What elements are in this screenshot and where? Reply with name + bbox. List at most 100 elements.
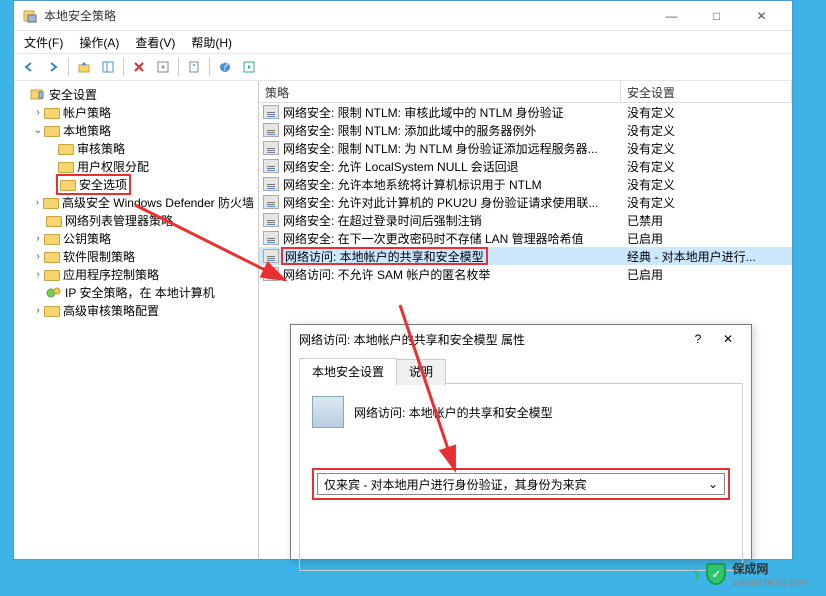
server-icon [312,396,344,428]
menu-view[interactable]: 查看(V) [129,32,181,53]
tree-local[interactable]: ⌄本地策略 [18,121,254,139]
policy-value: 没有定义 [621,122,792,139]
tree-root[interactable]: 安全设置 [18,85,254,103]
menu-help[interactable]: 帮助(H) [185,32,238,53]
tree-accounts[interactable]: ›帐户策略 [18,103,254,121]
app-icon [22,8,38,24]
policy-value: 没有定义 [621,176,792,193]
policy-row[interactable]: 网络安全: 限制 NTLM: 审核此域中的 NTLM 身份验证没有定义 [259,103,792,121]
policy-row[interactable]: 网络安全: 限制 NTLM: 添加此域中的服务器例外 没有定义 [259,121,792,139]
folder-icon [58,144,74,155]
policy-name: 网络安全: 限制 NTLM: 为 NTLM 身份验证添加远程服务器... [283,140,598,157]
policy-name: 网络安全: 在超过登录时间后强制注销 [283,212,482,229]
policy-value: 没有定义 [621,104,792,121]
policy-icon [263,195,279,209]
folder-icon [43,198,59,209]
policy-row[interactable]: 网络安全: 限制 NTLM: 为 NTLM 身份验证添加远程服务器... 没有定义 [259,139,792,157]
toolbar: ? [14,53,792,81]
folder-icon [58,162,74,173]
policy-icon [263,141,279,155]
policy-row[interactable]: 网络安全: 允许本地系统将计算机标识用于 NTLM没有定义 [259,175,792,193]
policy-name: 网络安全: 在下一次更改密码时不存储 LAN 管理器哈希值 [283,230,584,247]
dialog-close-button[interactable]: ✕ [713,332,743,346]
tab-strip: 本地安全设置 说明 [291,353,751,383]
menubar: 文件(F) 操作(A) 查看(V) 帮助(H) [14,31,792,53]
folder-icon [44,252,60,263]
help-button[interactable]: ? [214,56,236,78]
tree-network[interactable]: 网络列表管理器策略 [18,211,254,229]
policy-row[interactable]: 网络安全: 在下一次更改密码时不存储 LAN 管理器哈希值 已启用 [259,229,792,247]
separator [68,58,69,76]
policy-row[interactable]: 网络访问: 不允许 SAM 帐户的匿名枚举已启用 [259,265,792,283]
policy-name: 网络访问: 不允许 SAM 帐户的匿名枚举 [283,266,490,283]
policy-row[interactable]: 网络访问: 本地帐户的共享和安全模型 经典 - 对本地用户进行... [259,247,792,265]
tab-panel: 网络访问: 本地帐户的共享和安全模型 仅来宾 - 对本地用户进行身份验证，其身份… [299,383,743,571]
tree-software[interactable]: ›软件限制策略 [18,247,254,265]
policy-row[interactable]: 网络安全: 在超过登录时间后强制注销已禁用 [259,211,792,229]
tree-appctrl[interactable]: ›应用程序控制策略 [18,265,254,283]
chevron-down-icon: ⌄ [708,477,718,491]
back-button[interactable] [18,56,40,78]
sharing-model-combo[interactable]: 仅来宾 - 对本地用户进行身份验证，其身份为来宾 ⌄ [317,473,725,495]
show-hide-button[interactable] [97,56,119,78]
window-title: 本地安全策略 [44,7,649,24]
tree-pubkey[interactable]: ›公钥策略 [18,229,254,247]
menu-action[interactable]: 操作(A) [73,32,125,53]
policy-value: 经典 - 对本地用户进行... [621,248,792,265]
policy-icon [263,177,279,191]
tree-panel[interactable]: 安全设置 ›帐户策略 ⌄本地策略 审核策略 用户权限分配 安全选项 ›高级安全 … [14,81,259,559]
chevron-right-icon: › [32,269,44,280]
chevron-right-icon: › [32,233,44,244]
policy-name: 网络安全: 允许对此计算机的 PKU2U 身份验证请求使用联... [283,194,598,211]
chevron-right-icon: › [32,305,44,316]
properties-dialog: 网络访问: 本地帐户的共享和安全模型 属性 ? ✕ 本地安全设置 说明 网络访问… [290,324,752,560]
dialog-title: 网络访问: 本地帐户的共享和安全模型 属性 [299,331,683,348]
tab-local-security[interactable]: 本地安全设置 [299,358,397,384]
combo-value: 仅来宾 - 对本地用户进行身份验证，其身份为来宾 [324,476,587,493]
tree-security-options[interactable]: 安全选项 [18,175,254,193]
security-icon [30,87,46,101]
policy-row[interactable]: 网络安全: 允许 LocalSystem NULL 会话回退没有定义 [259,157,792,175]
separator [123,58,124,76]
column-setting[interactable]: 安全设置 [621,81,792,102]
policy-icon [263,159,279,173]
folder-icon [44,234,60,245]
folder-icon [46,216,62,227]
tree-advaudit[interactable]: ›高级审核策略配置 [18,301,254,319]
policy-value: 已启用 [621,230,792,247]
tree-audit[interactable]: 审核策略 [18,139,254,157]
tree-ipsec[interactable]: IP 安全策略，在 本地计算机 [18,283,254,301]
dialog-help-button[interactable]: ? [683,332,713,346]
forward-button[interactable] [42,56,64,78]
up-button[interactable] [73,56,95,78]
dialog-titlebar: 网络访问: 本地帐户的共享和安全模型 属性 ? ✕ [291,325,751,353]
brand-text: 保成网 [732,560,808,577]
policy-value: 没有定义 [621,194,792,211]
export-button[interactable] [152,56,174,78]
refresh-button[interactable] [238,56,260,78]
policy-name: 网络安全: 限制 NTLM: 添加此域中的服务器例外 [283,122,536,139]
policy-row[interactable]: 网络安全: 允许对此计算机的 PKU2U 身份验证请求使用联... 没有定义 [259,193,792,211]
tab-explain[interactable]: 说明 [396,359,446,385]
ipsec-icon [46,285,62,299]
menu-file[interactable]: 文件(F) [18,32,69,53]
tree-defender[interactable]: ›高级安全 Windows Defender 防火墙 [18,193,254,211]
delete-button[interactable] [128,56,150,78]
property-header: 网络访问: 本地帐户的共享和安全模型 [312,396,730,428]
brand-url: zsbaocheng.com [732,577,808,588]
chevron-right-icon: › [32,251,44,262]
policy-icon [263,267,279,281]
policy-name: 网络访问: 本地帐户的共享和安全模型 [281,247,488,265]
policy-icon [263,213,279,227]
close-button[interactable]: ✕ [739,2,784,30]
folder-icon [44,126,60,137]
folder-icon [44,108,60,119]
policy-name: 网络安全: 允许 LocalSystem NULL 会话回退 [283,158,519,175]
policy-value: 没有定义 [621,140,792,157]
maximize-button[interactable]: □ [694,2,739,30]
separator [209,58,210,76]
column-policy[interactable]: 策略 [259,81,621,102]
tree-rights[interactable]: 用户权限分配 [18,157,254,175]
properties-button[interactable] [183,56,205,78]
minimize-button[interactable]: — [649,2,694,30]
